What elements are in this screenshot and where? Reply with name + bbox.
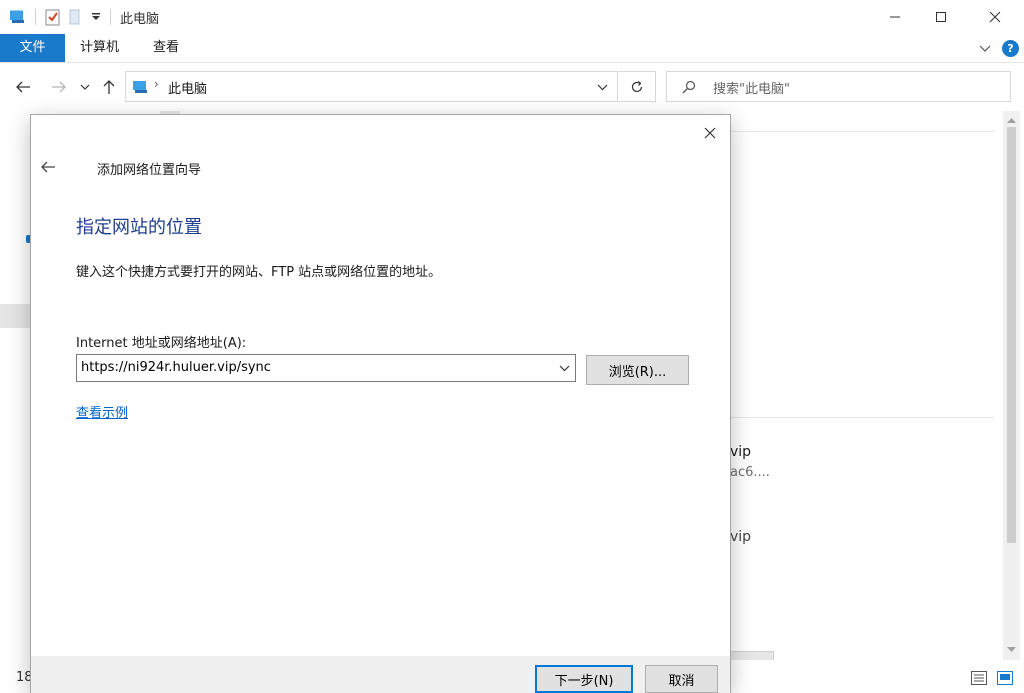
chevron-down-icon[interactable] <box>557 363 571 373</box>
address-combobox[interactable]: https://ni924r.huluer.vip/sync <box>76 354 576 382</box>
refresh-icon <box>628 79 646 95</box>
divider <box>110 9 111 25</box>
add-network-location-wizard: 添加网络位置向导 指定网站的位置 键入这个快捷方式要打开的网站、FTP 站点或网… <box>31 115 730 693</box>
cancel-button[interactable]: 取消 <box>645 665 718 693</box>
drive-detail-partial: ac6.... <box>730 465 770 480</box>
instructions-text: 键入这个快捷方式要打开的网站、FTP 站点或网络位置的地址。 <box>76 265 442 280</box>
scrollbar[interactable] <box>1003 111 1020 660</box>
drive-name-partial[interactable]: vip <box>730 529 751 545</box>
search-placeholder: 搜索"此电脑" <box>713 82 790 97</box>
navigation-bar: › 此电脑 搜索"此电脑" <box>0 63 1024 111</box>
new-folder-icon[interactable] <box>68 8 82 26</box>
ribbon: 文件 计算机 查看 ? <box>0 34 1024 63</box>
nav-pane-selected-item[interactable] <box>0 304 31 328</box>
window-title: 此电脑 <box>120 12 160 27</box>
divider <box>730 131 995 132</box>
breadcrumb[interactable]: 此电脑 <box>168 78 207 97</box>
browse-button[interactable]: 浏览(R)... <box>586 355 689 385</box>
expand-ribbon-icon[interactable] <box>977 41 993 57</box>
customize-toolbar-icon[interactable] <box>90 10 102 24</box>
dialog-footer: 下一步(N) 取消 <box>31 656 730 693</box>
title-bar: 此电脑 <box>0 0 1024 34</box>
up-arrow-icon[interactable] <box>98 77 120 97</box>
search-input[interactable]: 搜索"此电脑" <box>666 71 1011 102</box>
refresh-button[interactable] <box>619 71 656 102</box>
close-window-button[interactable] <box>972 2 1018 32</box>
tab-view[interactable]: 查看 <box>141 34 191 62</box>
next-button[interactable]: 下一步(N) <box>535 665 633 693</box>
close-dialog-button[interactable] <box>696 121 724 145</box>
back-arrow-icon[interactable] <box>12 77 34 97</box>
pc-icon <box>132 78 150 96</box>
properties-checkmark-icon[interactable] <box>44 8 62 26</box>
divider <box>730 417 995 418</box>
view-examples-link[interactable]: 查看示例 <box>76 402 128 421</box>
divider <box>35 9 36 25</box>
search-icon <box>681 79 697 95</box>
wizard-title: 添加网络位置向导 <box>97 163 202 178</box>
address-field-value[interactable]: https://ni924r.huluer.vip/sync <box>81 360 271 375</box>
breadcrumb-separator-icon[interactable]: › <box>154 77 159 91</box>
scroll-thumb[interactable] <box>1007 127 1016 543</box>
help-icon[interactable]: ? <box>1002 40 1019 57</box>
tab-computer[interactable]: 计算机 <box>68 34 131 62</box>
address-field-label: Internet 地址或网络地址(A): <box>76 336 247 351</box>
minimize-button[interactable] <box>872 2 918 32</box>
scroll-up-icon[interactable] <box>1007 115 1016 124</box>
details-view-icon[interactable] <box>970 670 988 686</box>
back-arrow-icon[interactable] <box>37 157 59 177</box>
drive-name-partial[interactable]: vip <box>730 444 751 460</box>
address-dropdown-icon[interactable] <box>594 80 610 94</box>
scroll-down-icon[interactable] <box>1007 645 1016 654</box>
tab-file[interactable]: 文件 <box>0 34 65 62</box>
large-icons-view-icon[interactable] <box>996 670 1014 686</box>
page-heading: 指定网站的位置 <box>76 217 202 238</box>
forward-arrow-icon[interactable] <box>48 77 70 97</box>
recent-locations-icon[interactable] <box>78 79 92 95</box>
pc-icon[interactable] <box>9 8 27 26</box>
maximize-button[interactable] <box>918 2 964 32</box>
address-bar[interactable]: › 此电脑 <box>125 71 618 102</box>
